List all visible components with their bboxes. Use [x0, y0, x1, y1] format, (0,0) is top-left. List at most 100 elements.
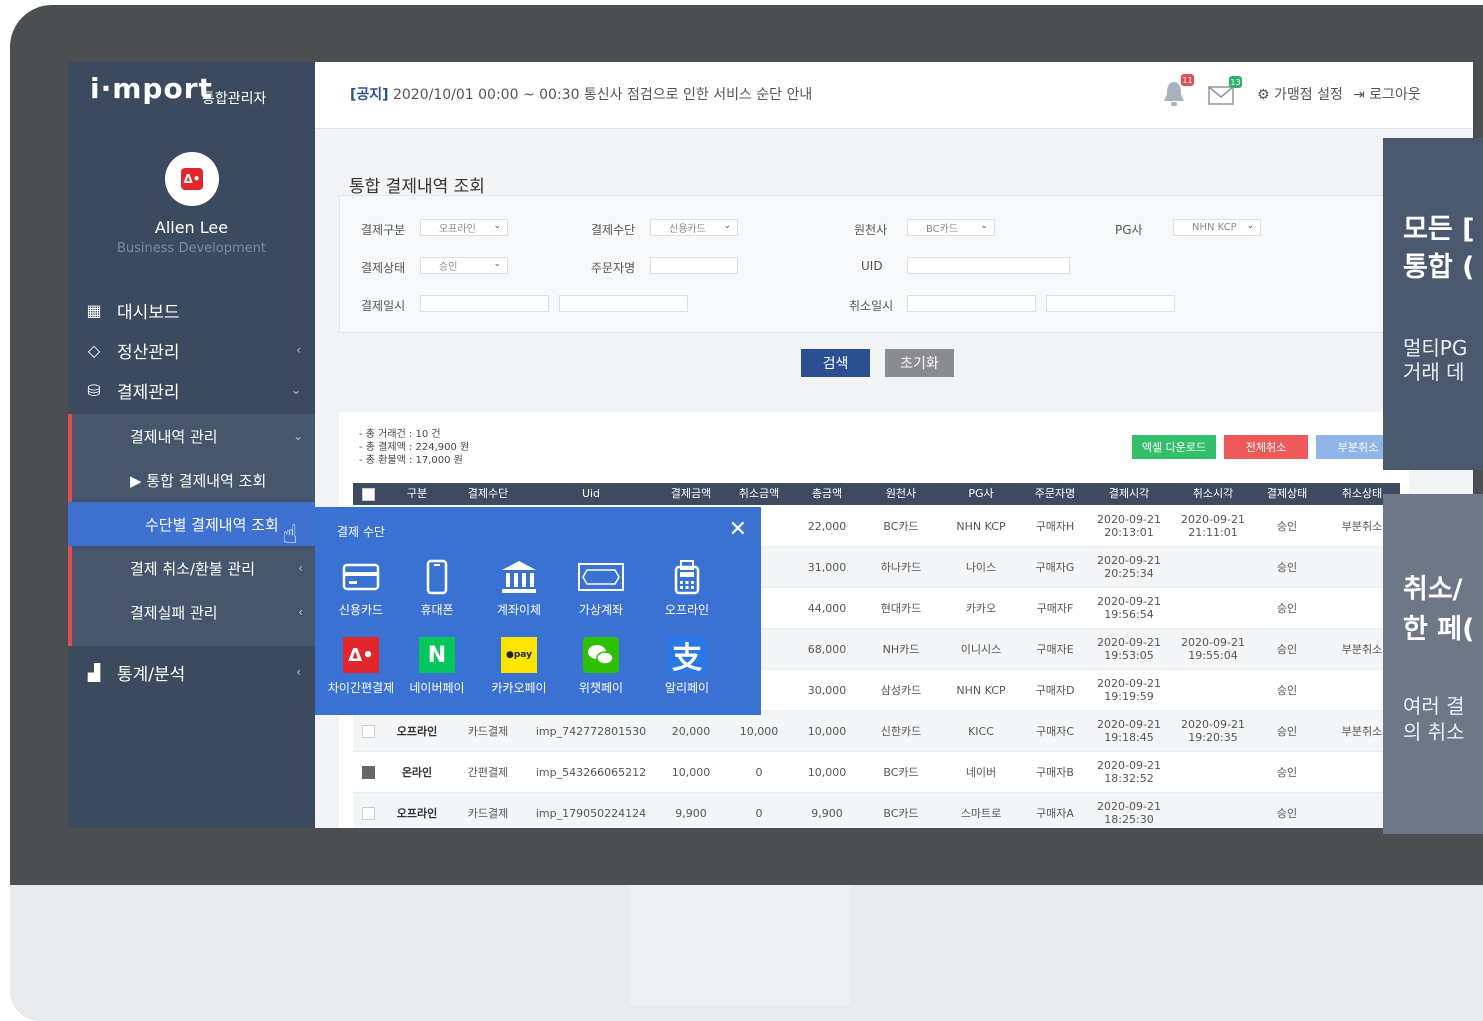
cell-pg: NHN KCP [956, 519, 1006, 533]
paid-to-input[interactable] [559, 295, 688, 312]
brand-logo[interactable]: i·mport [90, 72, 213, 105]
summary-refund: - 총 환불액 : 17,000 원 [359, 455, 463, 466]
cell-pg: NHN KCP [956, 683, 1006, 697]
chevron-left-icon: ‹ [298, 561, 303, 575]
cancelled-from-input[interactable] [907, 295, 1036, 312]
column-header[interactable]: 원천사 [865, 483, 937, 505]
cancel-all-button[interactable]: 전체취소 [1224, 435, 1308, 459]
row-checkbox[interactable] [361, 752, 375, 792]
select-all-checkbox[interactable] [361, 483, 375, 505]
method-naver-pay[interactable]: N 네이버페이 [393, 635, 481, 696]
method-virtual-account[interactable]: 가상계좌 [557, 557, 645, 618]
table-row[interactable]: 온라인 간편결제 imp_543266065212 10,000 0 10,00… [353, 752, 1400, 793]
sidebar-item-label: ▶ 통합 결제내역 조회 [130, 471, 267, 490]
sidebar-item-settlement[interactable]: ◇ 정산관리 ‹ [68, 330, 315, 370]
coins-icon: ⛁ [87, 380, 101, 400]
column-header[interactable]: 결제상태 [1253, 483, 1321, 505]
cancelled-to-input[interactable] [1046, 295, 1175, 312]
payment-type-select[interactable]: 오프라인 ⌄ [420, 219, 508, 236]
sidebar-item-dashboard[interactable]: ▦ 대시보드 [68, 290, 315, 330]
cell-cancel-at: 2020-09-21 21:11:01 [1181, 513, 1245, 539]
method-label: 위챗페이 [578, 681, 624, 695]
column-header[interactable]: Uid [529, 483, 653, 505]
chevron-down-icon: ⌄ [493, 259, 501, 269]
filter-label: UID [861, 259, 883, 273]
row-checkbox[interactable] [361, 793, 375, 828]
cell-total: 9,900 [811, 806, 843, 820]
column-header[interactable]: 결제시각 [1091, 483, 1167, 505]
sidebar-item-unified-history[interactable]: ▶ 통합 결제내역 조회 [72, 458, 315, 502]
cell-cancel-amount: 0 [755, 765, 763, 779]
method-bank-transfer[interactable]: 계좌이체 [475, 557, 563, 618]
method-kakao-pay[interactable]: ●pay 카카오페이 [475, 635, 563, 696]
method-wechat-pay[interactable]: 위챗페이 [557, 635, 645, 696]
orderer-input[interactable] [650, 257, 738, 274]
pg-select[interactable]: NHN KCP ⌄ [1173, 219, 1261, 236]
search-button[interactable]: 검색 [801, 349, 870, 377]
table-row[interactable]: 오프라인 카드결제 imp_742772801530 20,000 10,000… [353, 711, 1400, 752]
method-chai[interactable]: ᐃ• 차이간편결제 [317, 635, 405, 696]
method-label: 카카오페이 [491, 681, 547, 695]
cell-paid-at: 2020-09-21 18:32:52 [1097, 759, 1161, 785]
merchant-settings-link[interactable]: ⚙ 가맹점 설정 [1257, 84, 1343, 104]
method-phone[interactable]: 휴대폰 [393, 557, 481, 618]
logout-link[interactable]: ⇥ 로그아웃 [1353, 84, 1421, 104]
uid-input[interactable] [907, 257, 1070, 274]
method-label: 네이버페이 [409, 681, 465, 695]
cell-status: 승인 [1276, 765, 1298, 779]
row-checkbox[interactable] [361, 711, 375, 751]
avatar[interactable]: ᐃ• [165, 152, 219, 206]
sidebar-item-payment[interactable]: ⛁ 결제관리 ⌄ [68, 370, 315, 410]
kakao-pay-icon: ●pay [475, 635, 563, 675]
status-select[interactable]: 승인 ⌄ [420, 257, 508, 274]
checkbox-box [361, 724, 375, 738]
cell-paid-at: 2020-09-21 19:53:05 [1097, 636, 1161, 662]
filter-label: 취소일시 [849, 299, 894, 313]
cell-amount: 9,900 [675, 806, 707, 820]
close-icon[interactable]: ✕ [729, 517, 747, 542]
column-header[interactable]: PG사 [945, 483, 1017, 505]
column-header[interactable]: 취소금액 [729, 483, 789, 505]
column-header[interactable]: 결제수단 [455, 483, 521, 505]
method-credit-card[interactable]: 신용카드 [317, 557, 405, 618]
sidebar-item-payment-history[interactable]: 결제내역 관리 ⌄ [72, 414, 315, 458]
diamond-icon: ◇ [87, 340, 101, 360]
sidebar-item-label: 결제 취소/환불 관리 [130, 559, 255, 578]
method-offline[interactable]: 오프라인 [643, 557, 731, 618]
sidebar-item-stats[interactable]: ▟ 통계/분석 ‹ [68, 652, 315, 692]
cell-issuer: BC카드 [883, 806, 919, 820]
notice-banner[interactable]: [공지] 2020/10/01 00:00 ~ 00:30 통신사 점검으로 인… [350, 84, 812, 104]
column-header[interactable]: 주문자명 [1023, 483, 1087, 505]
column-header[interactable]: 총금액 [797, 483, 857, 505]
sidebar-item-label: 대시보드 [117, 302, 180, 323]
mail-icon[interactable]: 13 [1208, 76, 1242, 106]
method-select[interactable]: 신용카드 ⌄ [650, 219, 738, 236]
cell-uid: imp_742772801530 [535, 724, 647, 738]
sidebar-item-by-method[interactable]: 수단별 결제내역 조회 [68, 502, 315, 546]
cell-pg: 스마트로 [960, 806, 1002, 820]
cell-orderer: 구매자D [1035, 683, 1075, 697]
panel-text: 의 취소 [1403, 720, 1465, 744]
column-header[interactable]: 구분 [387, 483, 447, 505]
checkbox-box [361, 487, 375, 501]
method-alipay[interactable]: 支 알리페이 [643, 635, 731, 696]
reset-button[interactable]: 초기화 [885, 349, 954, 377]
cell-status: 승인 [1276, 601, 1298, 615]
method-label: 가상계좌 [578, 603, 624, 617]
cell-pg: 카카오 [965, 601, 997, 615]
column-header[interactable]: 결제금액 [661, 483, 721, 505]
bell-icon[interactable]: 11 [1162, 74, 1194, 108]
chevron-down-icon: ⌄ [1246, 221, 1254, 231]
column-header[interactable]: 취소시각 [1175, 483, 1251, 505]
select-value: 신용카드 [669, 224, 706, 235]
sidebar-item-failed[interactable]: 결제실패 관리 ‹ [72, 590, 315, 634]
sidebar-item-cancel-refund[interactable]: 결제 취소/환불 관리 ‹ [72, 546, 315, 590]
cell-paid-at: 2020-09-21 19:56:54 [1097, 595, 1161, 621]
paid-from-input[interactable] [420, 295, 549, 312]
issuer-select[interactable]: BC카드 ⌄ [907, 219, 995, 236]
excel-download-button[interactable]: 엑셀 다운로드 [1132, 435, 1216, 459]
cell-status: 승인 [1276, 519, 1298, 533]
wechat-icon [557, 635, 645, 675]
table-row[interactable]: 오프라인 카드결제 imp_179050224124 9,900 0 9,900… [353, 793, 1400, 828]
top-bar: [공지] 2020/10/01 00:00 ~ 00:30 통신사 점검으로 인… [315, 62, 1473, 129]
